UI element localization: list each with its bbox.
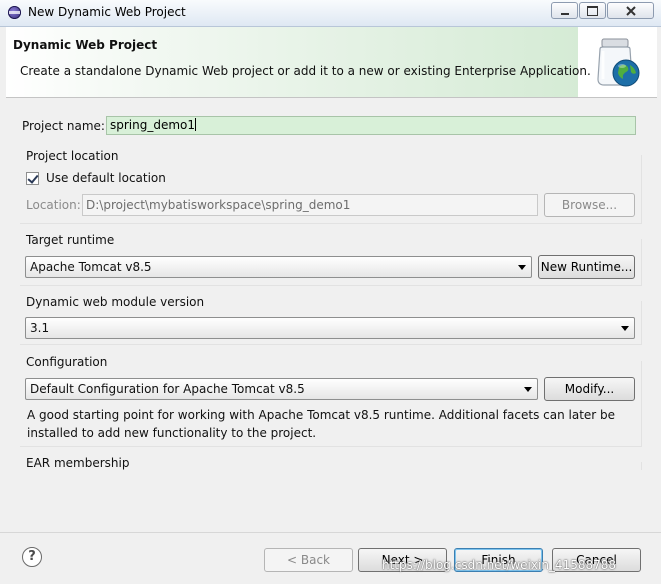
target-runtime-label: Target runtime xyxy=(26,233,115,247)
window-title: New Dynamic Web Project xyxy=(28,5,186,19)
use-default-location-label: Use default location xyxy=(46,171,166,185)
banner-title: Dynamic Web Project xyxy=(13,38,158,52)
dropdown-arrow-icon xyxy=(524,387,532,392)
target-runtime-select[interactable]: Apache Tomcat v8.5 xyxy=(25,256,532,278)
help-icon[interactable]: ? xyxy=(22,547,42,567)
project-name-label: Project name: xyxy=(22,119,105,133)
dropdown-arrow-icon xyxy=(621,326,629,331)
maximize-button[interactable] xyxy=(579,2,606,19)
banner-description: Create a standalone Dynamic Web project … xyxy=(20,64,591,78)
modify-button[interactable]: Modify... xyxy=(544,377,635,401)
close-icon xyxy=(625,5,636,16)
watermark-text: https://blog.csdn.net/weixin_41588788 xyxy=(382,558,617,572)
module-version-label: Dynamic web module version xyxy=(26,295,205,309)
target-runtime-value: Apache Tomcat v8.5 xyxy=(30,260,152,274)
configuration-select[interactable]: Default Configuration for Apache Tomcat … xyxy=(25,378,538,400)
configuration-description-line2: installed to add new functionality to th… xyxy=(27,426,317,440)
project-name-value: spring_demo1 xyxy=(110,118,196,132)
eclipse-app-icon xyxy=(8,6,21,19)
footer-separator xyxy=(0,532,661,533)
configuration-description-line1: A good starting point for working with A… xyxy=(27,408,616,422)
location-label: Location: xyxy=(26,198,81,212)
minimize-button[interactable] xyxy=(551,2,578,19)
ear-membership-label: EAR membership xyxy=(26,456,130,470)
configuration-value: Default Configuration for Apache Tomcat … xyxy=(30,382,305,396)
wizard-banner: Dynamic Web Project Create a standalone … xyxy=(6,27,657,98)
module-version-value: 3.1 xyxy=(30,321,50,335)
use-default-location-checkbox[interactable] xyxy=(26,172,39,185)
dropdown-arrow-icon xyxy=(518,265,526,270)
project-location-label: Project location xyxy=(26,149,119,163)
text-caret xyxy=(195,118,197,131)
browse-button[interactable]: Browse... xyxy=(544,193,635,217)
new-runtime-button[interactable]: New Runtime... xyxy=(538,255,635,279)
close-button[interactable] xyxy=(607,2,654,19)
location-input[interactable]: D:\project\mybatisworkspace\spring_demo1 xyxy=(82,194,538,216)
back-button[interactable]: < Back xyxy=(264,548,353,572)
wizard-jar-globe-icon xyxy=(597,38,640,87)
configuration-label: Configuration xyxy=(26,355,108,369)
window-titlebar: New Dynamic Web Project xyxy=(0,0,661,27)
module-version-select[interactable]: 3.1 xyxy=(25,317,635,339)
project-name-input[interactable]: spring_demo1 xyxy=(106,116,636,135)
